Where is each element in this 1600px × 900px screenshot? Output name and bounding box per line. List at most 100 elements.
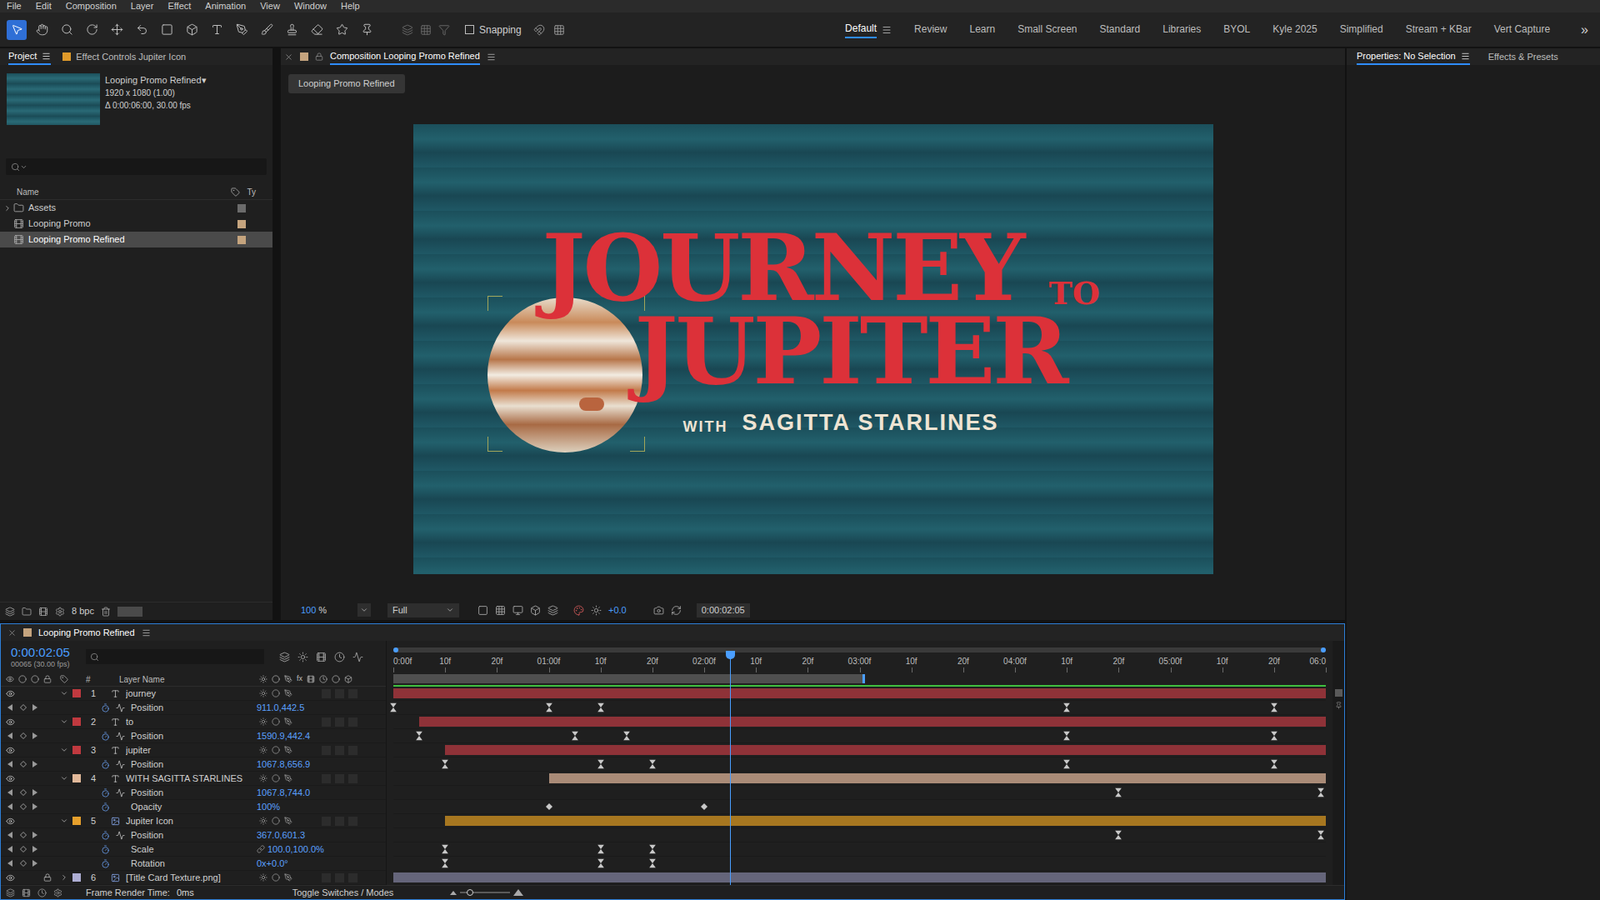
menu-item[interactable]: Edit — [35, 1, 52, 11]
add-keyframe-icon[interactable] — [20, 831, 27, 839]
workspace-tab[interactable]: Review — [914, 21, 947, 38]
workspace-tab[interactable]: Stream + KBar — [1405, 21, 1472, 38]
switch-box[interactable] — [335, 816, 345, 826]
property-row[interactable]: Position1067.8,744.0 — [0, 785, 386, 800]
switch-box[interactable] — [335, 689, 345, 699]
layer-row[interactable]: 6[Title Card Texture.png] — [0, 870, 386, 885]
visibility-icon[interactable] — [5, 816, 15, 826]
close-icon[interactable] — [284, 52, 294, 62]
workspace-tab[interactable]: Libraries — [1162, 21, 1201, 38]
workspace-overflow[interactable]: » — [1580, 20, 1589, 40]
property-row[interactable]: Position1067.8,656.9 — [0, 757, 386, 772]
close-icon[interactable] — [7, 628, 17, 638]
quality-icon[interactable] — [284, 816, 293, 825]
menu-item[interactable]: Effect — [167, 1, 191, 11]
keyframe-icon[interactable] — [700, 803, 708, 810]
work-area-bar[interactable] — [393, 674, 865, 684]
quality-icon[interactable] — [284, 689, 293, 698]
stopwatch-icon[interactable] — [100, 845, 110, 855]
property-row[interactable]: Position367.0,601.3 — [0, 828, 386, 843]
keyframe-icon[interactable] — [597, 703, 605, 713]
current-time-indicator[interactable] — [730, 650, 731, 885]
menu-item[interactable]: Composition — [65, 1, 117, 11]
shy-icon[interactable] — [259, 689, 268, 698]
quality-icon[interactable] — [284, 873, 293, 882]
switch-box[interactable] — [348, 816, 358, 826]
layer-row[interactable]: 1journey — [0, 686, 386, 701]
collapse-icon[interactable] — [60, 774, 69, 783]
snapshot-icon[interactable] — [653, 605, 665, 616]
toggle-switches-modes[interactable]: Toggle Switches / Modes — [292, 885, 395, 900]
workspace-tab[interactable]: Default — [845, 20, 892, 39]
add-keyframe-icon[interactable] — [20, 803, 27, 810]
stopwatch-icon[interactable] — [100, 830, 110, 840]
switch-box[interactable] — [348, 689, 358, 699]
property-value[interactable]: 1067.8,744.0 — [256, 785, 310, 800]
graph-editor-icon[interactable] — [352, 651, 364, 663]
tool-button[interactable] — [131, 20, 152, 40]
previous-keyframe-icon[interactable] — [7, 845, 13, 853]
3d-view-icon[interactable] — [547, 605, 559, 616]
resolution-dropdown[interactable]: Full — [387, 603, 460, 618]
collapse-icon[interactable] — [60, 717, 69, 726]
workspace-tab[interactable]: BYOL — [1223, 21, 1250, 38]
transparency-grid-icon[interactable] — [495, 605, 506, 616]
keyframe-icon[interactable] — [649, 845, 656, 855]
stopwatch-icon[interactable] — [100, 788, 110, 798]
toggle-in-out-icon[interactable] — [21, 888, 31, 898]
shy-icon[interactable] — [259, 774, 268, 783]
previous-keyframe-icon[interactable] — [7, 803, 13, 810]
zoom-field[interactable]: 100% — [300, 603, 351, 618]
collapse-icon[interactable] — [60, 745, 69, 755]
tool-button[interactable] — [156, 20, 177, 40]
shy-icon[interactable] — [259, 873, 268, 882]
toggle-stretch-icon[interactable] — [37, 888, 47, 898]
shy-icon[interactable] — [259, 816, 268, 825]
layer-label-swatch[interactable] — [72, 689, 81, 698]
tool-button[interactable] — [306, 20, 327, 40]
next-keyframe-icon[interactable] — [32, 732, 38, 740]
keyframe-icon[interactable] — [1115, 830, 1122, 840]
keyframe-icon[interactable] — [1063, 731, 1070, 741]
comp-name[interactable]: Looping Promo Refined▾ — [105, 75, 207, 86]
continuous-raster-icon[interactable] — [271, 717, 280, 726]
shy-toggle-icon[interactable] — [297, 651, 309, 663]
shy-icon[interactable] — [259, 745, 268, 755]
time-ruler[interactable]: 0:00f10f20f01:00f10f20f02:00f10f20f03:00… — [393, 640, 1326, 673]
layer-bar[interactable] — [419, 716, 1326, 727]
property-row[interactable]: Scale100.0,100.0% — [0, 842, 386, 857]
tool-button[interactable] — [181, 20, 202, 40]
next-keyframe-icon[interactable] — [32, 860, 38, 867]
stopwatch-icon[interactable] — [100, 731, 110, 741]
keyframe-icon[interactable] — [1317, 830, 1325, 840]
expand-icon[interactable] — [60, 873, 69, 882]
add-keyframe-icon[interactable] — [20, 760, 27, 768]
guides-icon[interactable] — [530, 605, 541, 616]
settings-icon[interactable] — [55, 606, 65, 617]
keyframe-icon[interactable] — [545, 703, 553, 713]
property-value[interactable]: 1590.9,442.4 — [256, 729, 310, 744]
add-keyframe-icon[interactable] — [20, 704, 27, 711]
layer-bar[interactable] — [549, 773, 1327, 784]
quality-icon[interactable] — [284, 745, 293, 755]
snapping-checkbox[interactable] — [465, 25, 475, 35]
layer-name[interactable]: jupiter — [125, 743, 260, 758]
switch-box[interactable] — [348, 745, 358, 755]
layer-search[interactable] — [85, 649, 265, 665]
previous-keyframe-icon[interactable] — [7, 831, 13, 839]
menu-item[interactable]: View — [260, 1, 280, 11]
menu-item[interactable]: Window — [294, 1, 327, 11]
property-value[interactable]: 367.0,601.3 — [256, 828, 305, 843]
graph-icon[interactable] — [115, 703, 125, 713]
panel-tab[interactable]: Effects & Presets — [1488, 48, 1559, 65]
tool-button[interactable] — [331, 20, 352, 40]
layer-label-swatch[interactable] — [72, 745, 81, 755]
project-item[interactable]: Looping Promo Refined — [0, 231, 273, 248]
layer-name[interactable]: [Title Card Texture.png] — [125, 870, 260, 885]
keyframe-icon[interactable] — [649, 760, 656, 770]
collapse-icon[interactable] — [60, 689, 69, 698]
stopwatch-icon[interactable] — [100, 859, 110, 869]
workspace-tab[interactable]: Standard — [1100, 21, 1141, 38]
keyframe-icon[interactable] — [1270, 731, 1278, 741]
tool-button[interactable] — [81, 20, 102, 40]
